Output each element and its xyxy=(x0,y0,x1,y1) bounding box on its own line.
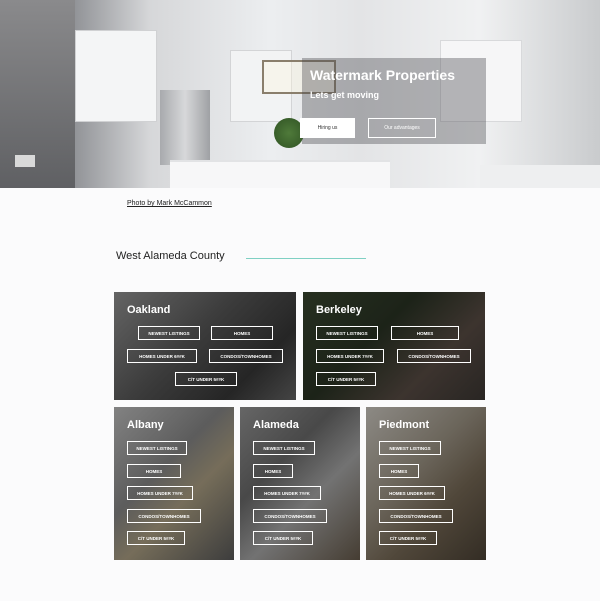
newest-listings-button[interactable]: NEWEST LISTINGS xyxy=(253,441,315,455)
homes-button[interactable]: HOMES xyxy=(127,464,181,478)
homes-button[interactable]: HOMES xyxy=(253,464,293,478)
ct-under-button[interactable]: C/T UNDER 5##K xyxy=(127,531,185,545)
homes-under-button[interactable]: HOMES UNDER 7##K xyxy=(253,486,321,500)
hero-banner: Watermark Properties Lets get moving Hir… xyxy=(0,0,600,188)
photo-credit-link[interactable]: Photo by Mark McCammon xyxy=(127,200,212,207)
newest-listings-button[interactable]: NEWEST LISTINGS xyxy=(127,441,187,455)
homes-under-button[interactable]: HOMES UNDER 6##K xyxy=(379,486,445,500)
city-card-berkeley: Berkeley NEWEST LISTINGS HOMES HOMES UND… xyxy=(303,292,485,400)
ct-under-button[interactable]: C/T UNDER 5##K xyxy=(379,531,437,545)
hero-wall xyxy=(0,0,75,188)
ct-under-button[interactable]: C/T UNDER 5##K xyxy=(253,531,313,545)
hero-outlet xyxy=(15,155,35,167)
homes-button[interactable]: HOMES xyxy=(391,326,459,340)
hero-title: Watermark Properties xyxy=(310,67,455,83)
condos-townhomes-button[interactable]: CONDOS/TOWNHOMES xyxy=(253,509,327,523)
homes-button[interactable]: HOMES xyxy=(379,464,419,478)
city-name: Piedmont xyxy=(379,419,430,431)
city-name: Berkeley xyxy=(316,304,362,316)
city-card-piedmont: Piedmont NEWEST LISTINGS HOMES HOMES UND… xyxy=(366,407,486,560)
hiring-us-button[interactable]: Hiring us xyxy=(300,118,355,138)
homes-under-button[interactable]: HOMES UNDER 7##K xyxy=(127,486,193,500)
newest-listings-button[interactable]: NEWEST LISTINGS xyxy=(379,441,441,455)
city-name: Alameda xyxy=(253,419,299,431)
city-card-oakland: Oakland NEWEST LISTINGS HOMES HOMES UNDE… xyxy=(114,292,296,400)
hero-island xyxy=(170,160,390,188)
condos-townhomes-button[interactable]: CONDOS/TOWNHOMES xyxy=(397,349,471,363)
homes-under-button[interactable]: HOMES UNDER 7##K xyxy=(316,349,384,363)
hero-fridge xyxy=(160,90,210,165)
city-name: Oakland xyxy=(127,304,171,316)
homes-under-button[interactable]: HOMES UNDER 6##K xyxy=(127,349,197,363)
section-divider xyxy=(246,258,366,259)
hero-subtitle: Lets get moving xyxy=(310,90,380,100)
newest-listings-button[interactable]: NEWEST LISTINGS xyxy=(138,326,200,340)
condos-townhomes-button[interactable]: CONDOS/TOWNHOMES xyxy=(379,509,453,523)
section-title: West Alameda County xyxy=(116,250,225,262)
hero-cabinet-left xyxy=(75,30,157,122)
city-card-alameda: Alameda NEWEST LISTINGS HOMES HOMES UNDE… xyxy=(240,407,360,560)
newest-listings-button[interactable]: NEWEST LISTINGS xyxy=(316,326,378,340)
condos-townhomes-button[interactable]: CONDOS/TOWNHOMES xyxy=(127,509,201,523)
ct-under-button[interactable]: C/T UNDER 5##K xyxy=(316,372,376,386)
condos-townhomes-button[interactable]: CONDOS/TOWNHOMES xyxy=(209,349,283,363)
city-name: Albany xyxy=(127,419,164,431)
city-card-albany: Albany NEWEST LISTINGS HOMES HOMES UNDER… xyxy=(114,407,234,560)
homes-button[interactable]: HOMES xyxy=(211,326,273,340)
ct-under-button[interactable]: C/T UNDER 5##K xyxy=(175,372,237,386)
hero-counter xyxy=(480,165,600,188)
our-advantages-button[interactable]: Our advantages xyxy=(368,118,436,138)
